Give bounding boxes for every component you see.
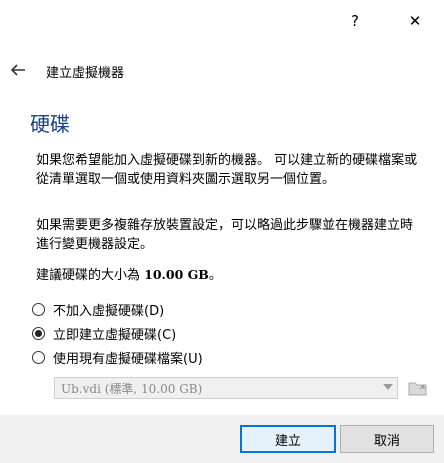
folder-icon[interactable] xyxy=(408,379,428,397)
description-text: 如果您希望能加入虛擬硬碟到新的機器。 可以建立新的硬碟檔案或從清單選取一個或使用… xyxy=(36,153,418,187)
recommended-size-prefix: 建議硬碟的大小為 xyxy=(36,268,145,283)
option-label: 使用現有虛擬硬碟檔案(U) xyxy=(53,351,203,367)
arrow-left-icon[interactable] xyxy=(9,61,27,79)
radio-button[interactable] xyxy=(32,326,45,340)
recommended-size-suffix: 。 xyxy=(208,268,222,283)
cancel-button[interactable]: 取消 xyxy=(340,425,434,453)
disk-file-select[interactable]: Ub.vdi (標準, 10.00 GB) xyxy=(54,377,398,399)
radio-button[interactable] xyxy=(32,350,45,364)
dialog-footer: 建立 取消 xyxy=(0,415,444,463)
recommended-size-text: 建議硬碟的大小為 10.00 GB。 xyxy=(36,265,420,285)
title-bar: ? ✕ xyxy=(0,0,444,42)
close-button[interactable]: ✕ xyxy=(392,0,438,42)
option-label: 不加入虛擬硬碟(D) xyxy=(53,303,165,319)
create-button[interactable]: 建立 xyxy=(240,425,336,453)
disk-file-value: Ub.vdi (標準, 10.00 GB) xyxy=(61,381,203,396)
page-title: 硬碟 xyxy=(30,112,70,136)
radio-button[interactable] xyxy=(32,302,45,316)
recommended-size-value: 10.00 GB xyxy=(144,267,209,282)
option-create-disk[interactable]: 立即建立虛擬硬碟(C) xyxy=(32,323,176,343)
option-no-disk[interactable]: 不加入虛擬硬碟(D) xyxy=(32,299,164,319)
help-button[interactable]: ? xyxy=(332,0,378,42)
wizard-title: 建立虛擬機器 xyxy=(46,66,125,81)
option-use-existing-disk[interactable]: 使用現有虛擬硬碟檔案(U) xyxy=(32,347,203,367)
option-label: 立即建立虛擬硬碟(C) xyxy=(53,327,177,343)
advanced-note-text: 如果需要更多複雜存放裝置設定，可以略過此步驟並在機器建立時進行變更機器設定。 xyxy=(36,218,414,252)
wizard-header: 建立虛擬機器 xyxy=(0,54,444,86)
chevron-down-icon xyxy=(383,384,393,390)
